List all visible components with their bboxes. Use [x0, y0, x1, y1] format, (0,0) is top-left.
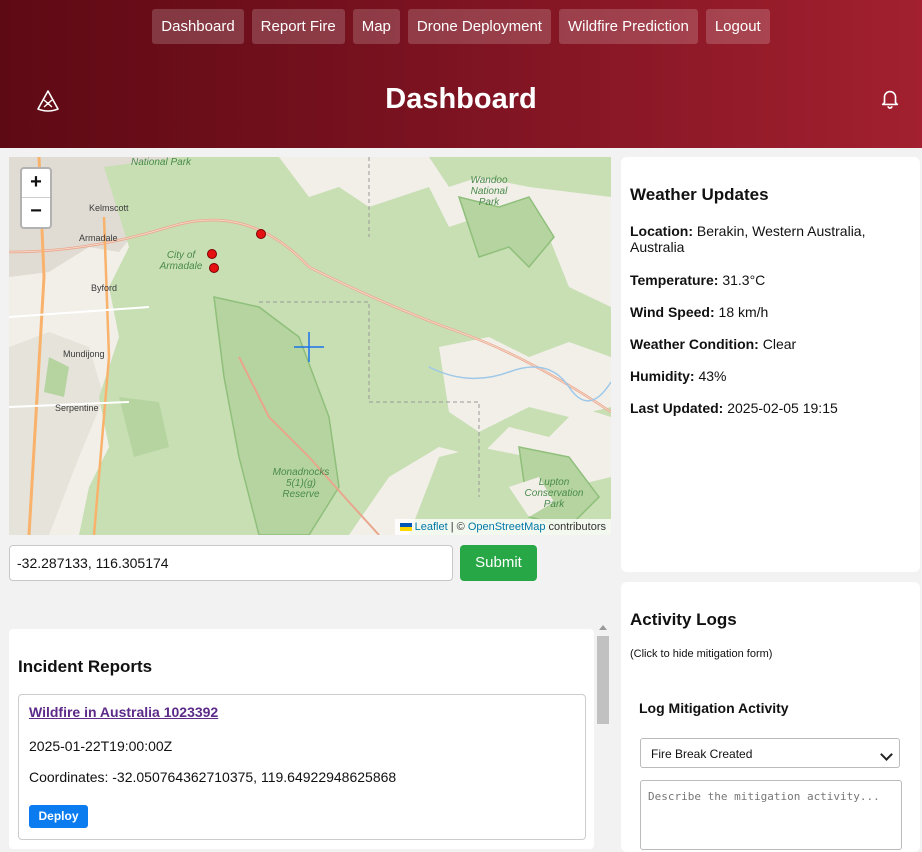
weather-humidity-label: Humidity: — [630, 368, 695, 384]
incident-scrollbar[interactable] — [596, 622, 610, 840]
fire-marker[interactable] — [256, 229, 266, 239]
map-label: Serpentine — [55, 403, 99, 413]
weather-updated: Last Updated: 2025-02-05 19:15 — [630, 400, 910, 416]
weather-updated-label: Last Updated: — [630, 400, 724, 416]
mitigation-form-title: Log Mitigation Activity — [639, 700, 789, 716]
nav-wildfire-prediction[interactable]: Wildfire Prediction — [558, 9, 698, 44]
zoom-control: + − — [20, 167, 52, 229]
weather-wind: Wind Speed: 18 km/h — [630, 304, 910, 320]
map-label: Monadnocks 5(1)(g) Reserve — [272, 467, 330, 500]
weather-humidity-value: 43% — [694, 368, 727, 384]
incident-card: Wildfire in Australia 1023392 2025-01-22… — [18, 694, 586, 840]
incident-reports-title: Incident Reports — [18, 657, 153, 676]
zoom-in-button[interactable]: + — [22, 169, 50, 198]
map-label: National Park — [131, 157, 192, 168]
page-title: Dashboard — [385, 83, 537, 115]
map-label: Kelmscott — [89, 203, 129, 213]
weather-location: Location: Berakin, Western Australia, Au… — [630, 223, 910, 255]
nav-drone-deployment[interactable]: Drone Deployment — [407, 9, 551, 44]
header: Dashboard Report Fire Map Drone Deployme… — [0, 0, 922, 148]
ukraine-flag-icon — [399, 523, 412, 532]
scrollbar-thumb[interactable] — [597, 636, 609, 724]
bell-icon[interactable] — [879, 87, 901, 109]
scroll-up-arrow-icon[interactable] — [599, 625, 607, 630]
map-label: Mundijong — [63, 349, 105, 359]
map[interactable]: National Park Kelmscott Armadale City of… — [9, 157, 611, 535]
fire-marker[interactable] — [207, 249, 217, 259]
attribution-separator: | © — [447, 521, 468, 533]
map-attribution: Leaflet | © OpenStreetMap contributors — [394, 519, 611, 535]
nav-report-fire[interactable]: Report Fire — [251, 9, 345, 44]
weather-temperature: Temperature: 31.3°C — [630, 272, 910, 288]
leaflet-link[interactable]: Leaflet — [415, 521, 448, 533]
map-label: City of Armadale — [159, 250, 203, 272]
weather-temperature-value: 31.3°C — [718, 272, 766, 288]
nav-logout[interactable]: Logout — [705, 9, 770, 44]
map-label: Armadale — [79, 233, 118, 243]
activity-type-select[interactable]: Fire Break Created — [640, 738, 900, 768]
weather-updated-value: 2025-02-05 19:15 — [723, 400, 838, 416]
nav-dashboard[interactable]: Dashboard — [152, 9, 244, 44]
fire-marker[interactable] — [209, 263, 219, 273]
top-nav: Dashboard Report Fire Map Drone Deployme… — [0, 9, 922, 44]
weather-condition-label: Weather Condition: — [630, 336, 759, 352]
weather-location-label: Location: — [630, 223, 693, 239]
activity-logs-title: Activity Logs — [630, 610, 737, 629]
weather-condition: Weather Condition: Clear — [630, 336, 910, 352]
map-label: Lupton Conservation Park — [524, 477, 584, 510]
map-label: Byford — [91, 283, 118, 293]
activity-type-value: Fire Break Created — [651, 747, 753, 761]
coordinates-input[interactable]: -32.287133, 116.305174 — [9, 545, 453, 581]
map-label: Wandoo National Park — [470, 175, 508, 208]
activity-logs-panel: Activity Logs (Click to hide mitigation … — [621, 582, 920, 852]
incident-date: 2025-01-22T19:00:00Z — [29, 738, 173, 754]
toggle-mitigation-form[interactable]: (Click to hide mitigation form) — [630, 648, 772, 660]
weather-humidity: Humidity: 43% — [630, 368, 910, 384]
weather-condition-value: Clear — [758, 336, 797, 352]
weather-title: Weather Updates — [630, 185, 769, 204]
attribution-suffix: contributors — [545, 521, 606, 533]
deploy-button[interactable]: Deploy — [29, 805, 88, 828]
weather-temperature-label: Temperature: — [630, 272, 719, 288]
incident-reports-panel: Incident Reports Wildfire in Australia 1… — [9, 629, 594, 849]
nav-map[interactable]: Map — [352, 9, 400, 44]
zoom-out-button[interactable]: − — [22, 198, 50, 226]
weather-wind-label: Wind Speed: — [630, 304, 715, 320]
submit-button[interactable]: Submit — [460, 545, 537, 581]
weather-wind-value: 18 km/h — [714, 304, 769, 320]
incident-coordinates: Coordinates: -32.050764362710375, 119.64… — [29, 769, 397, 785]
osm-link[interactable]: OpenStreetMap — [468, 521, 546, 533]
chevron-down-icon — [880, 748, 893, 761]
incident-link[interactable]: Wildfire in Australia 1023392 — [29, 704, 218, 720]
weather-panel: Weather Updates Location: Berakin, Weste… — [621, 157, 920, 572]
